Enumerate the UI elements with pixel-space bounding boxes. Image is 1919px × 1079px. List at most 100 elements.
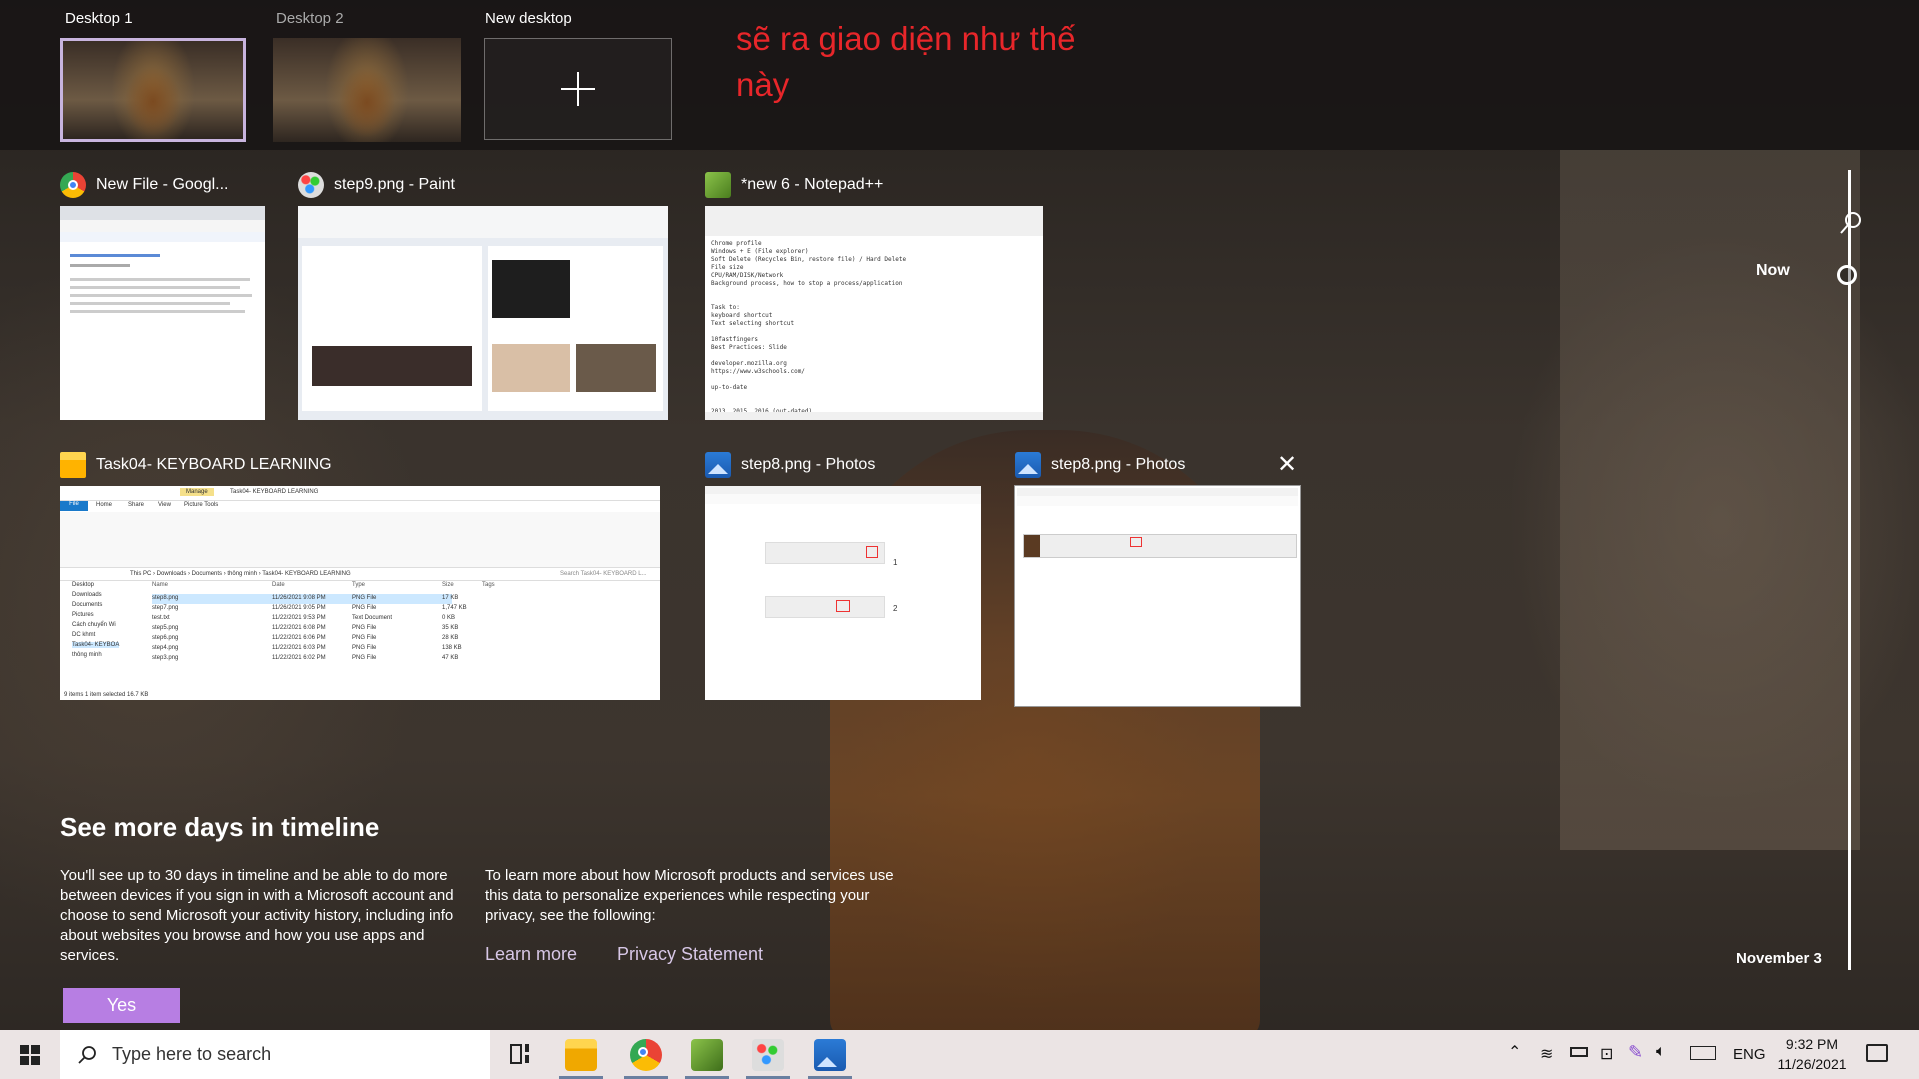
volume-icon[interactable]: 🔈︎ [1656,1043,1666,1061]
chevron-up-icon[interactable]: ⌃ [1508,1045,1522,1061]
address-path[interactable]: This PC › Downloads › Documents › thông … [130,571,351,577]
nav-item[interactable]: DC khmt [72,632,95,638]
pen-icon[interactable]: ✎ [1628,1042,1643,1063]
ribbon-manage-tab: Manage [180,488,214,496]
wifi-icon[interactable]: ≋ [1540,1044,1553,1064]
plus-icon [561,72,595,106]
paint-ribbon [298,206,668,238]
photos-icon [1015,452,1041,478]
window-title: New File - Googl... [96,176,229,193]
file-explorer-icon[interactable] [565,1039,597,1071]
task-view-icon[interactable] [508,1042,532,1066]
desktop-1-label: Desktop 1 [65,10,133,27]
photos-icon[interactable] [814,1039,846,1071]
highlight-box [836,600,850,612]
keyboard-icon[interactable] [1690,1046,1716,1060]
desktop-1-thumbnail[interactable] [60,38,246,142]
search-placeholder: Type here to search [112,1044,272,1064]
taskbar-search-box[interactable]: Type here to search [60,1030,490,1079]
desktop-2-thumbnail[interactable] [273,38,461,142]
timeline-scrollbar[interactable] [1848,170,1851,970]
yes-button[interactable]: Yes [63,988,180,1023]
close-icon[interactable]: ✕ [1274,452,1300,478]
input-language[interactable]: ENG [1733,1030,1766,1079]
window-thumbnail[interactable] [60,206,265,420]
privacy-statement-link[interactable]: Privacy Statement [617,944,763,965]
nav-item[interactable]: Documents [72,602,102,608]
start-button[interactable] [0,1030,60,1079]
timeline-handle[interactable] [1837,265,1857,285]
table-row[interactable]: step5.png 11/22/2021 6:08 PM PNG File 35 KB [152,624,458,634]
nav-item[interactable]: Pictures [72,612,94,618]
paint-icon [298,172,324,198]
battery-icon[interactable] [1570,1047,1588,1057]
photo-content [1023,534,1297,558]
search-icon[interactable] [1838,210,1864,236]
window-file-explorer[interactable]: Task04- KEYBOARD LEARNING Manage Task04-… [60,450,660,700]
table-row[interactable]: step6.png 11/22/2021 6:06 PM PNG File 28 KB [152,634,458,644]
photos-toolbar [1017,496,1298,506]
nav-item[interactable]: Task04- KEYBOA [72,642,120,648]
column-header[interactable]: Size [442,582,454,588]
tab-share[interactable]: Share [128,502,144,508]
window-header: step8.png - Photos [705,450,875,480]
window-thumbnail[interactable] [298,206,668,420]
nav-item[interactable]: Downloads [72,592,102,598]
camera-icon[interactable]: ⊡ [1600,1044,1613,1064]
tab-view[interactable]: View [158,502,171,508]
tab-home[interactable]: Home [96,502,112,508]
new-desktop-label: New desktop [485,10,572,27]
column-header[interactable]: Name [152,582,168,588]
explorer-addressbar: This PC › Downloads › Documents › thông … [60,568,660,581]
explorer-file-list: Name Date Type Size Tags step8.png 11/26/2021 … [152,582,552,692]
window-photos-1[interactable]: step8.png - Photos 1 2 [705,450,981,700]
table-cell: 11/22/2021 9:53 PM [272,615,326,621]
column-header[interactable]: Tags [482,582,495,588]
paint-canvas-right [488,246,663,411]
nav-item[interactable]: Cách chuyển Wi [72,622,116,628]
tab-file[interactable]: File [60,501,88,511]
nav-item[interactable]: thông minh [72,652,102,658]
window-paint[interactable]: step9.png - Paint [298,170,668,420]
timeline-date-label[interactable]: November 3 [1736,950,1822,967]
table-row[interactable]: step4.png 11/22/2021 6:03 PM PNG File 138 K… [152,644,462,654]
windows-logo-icon [20,1044,40,1065]
page-heading [70,254,160,257]
window-chrome[interactable]: New File - Googl... [60,170,265,420]
paint-canvas-left [302,246,482,411]
desktop-2-label: Desktop 2 [276,10,344,27]
table-cell: 0 KB [442,615,456,621]
column-header[interactable]: Date [272,582,285,588]
npp-statusbar [705,412,1043,420]
table-cell: step8.png [152,595,179,601]
browser-tabbar [60,206,265,220]
new-desktop-button[interactable] [484,38,672,140]
learn-more-link[interactable]: Learn more [485,944,577,965]
window-thumbnail[interactable] [1014,485,1301,707]
window-thumbnail[interactable]: Manage Task04- KEYBOARD LEARNING File Ho… [60,486,660,700]
table-cell: 47 KB [442,655,459,661]
table-row[interactable]: step3.png 11/22/2021 6:02 PM PNG File 47 KB [152,654,458,664]
tab-picture-tools[interactable]: Picture Tools [184,502,218,508]
table-row[interactable]: test.txt 11/22/2021 9:53 PM Text Document 0… [152,614,456,624]
window-photos-2[interactable]: step8.png - Photos ✕ [1014,450,1301,707]
chrome-icon[interactable] [630,1039,662,1071]
table-row[interactable]: step8.png 11/26/2021 9:08 PM PNG File 17 KB [152,594,458,604]
photos-titlebar [705,486,981,494]
table-cell: 11/22/2021 6:08 PM [272,625,326,631]
nav-item[interactable]: Desktop [72,582,94,588]
notepadpp-icon[interactable] [691,1039,723,1071]
table-row[interactable]: step7.png 11/26/2021 9:05 PM PNG File 1,747… [152,604,467,614]
table-cell: step4.png [152,645,179,651]
window-header: Task04- KEYBOARD LEARNING [60,450,332,480]
window-thumbnail[interactable]: 1 2 [705,486,981,700]
column-header[interactable]: Type [352,582,365,588]
window-thumbnail[interactable]: Chrome profile Windows + E (File explore… [705,206,1043,420]
window-notepadpp[interactable]: *new 6 - Notepad++ Chrome profile Window… [705,170,1043,420]
explorer-nav-pane: Desktop Downloads Documents Pictures Cách ch… [60,582,140,692]
notification-icon[interactable] [1866,1044,1888,1062]
photo-content [765,596,885,618]
clock[interactable]: 9:32 PM 11/26/2021 [1772,1034,1852,1074]
explorer-search[interactable]: Search Task04- KEYBOARD L... [560,571,647,577]
paint-icon[interactable] [752,1039,784,1071]
